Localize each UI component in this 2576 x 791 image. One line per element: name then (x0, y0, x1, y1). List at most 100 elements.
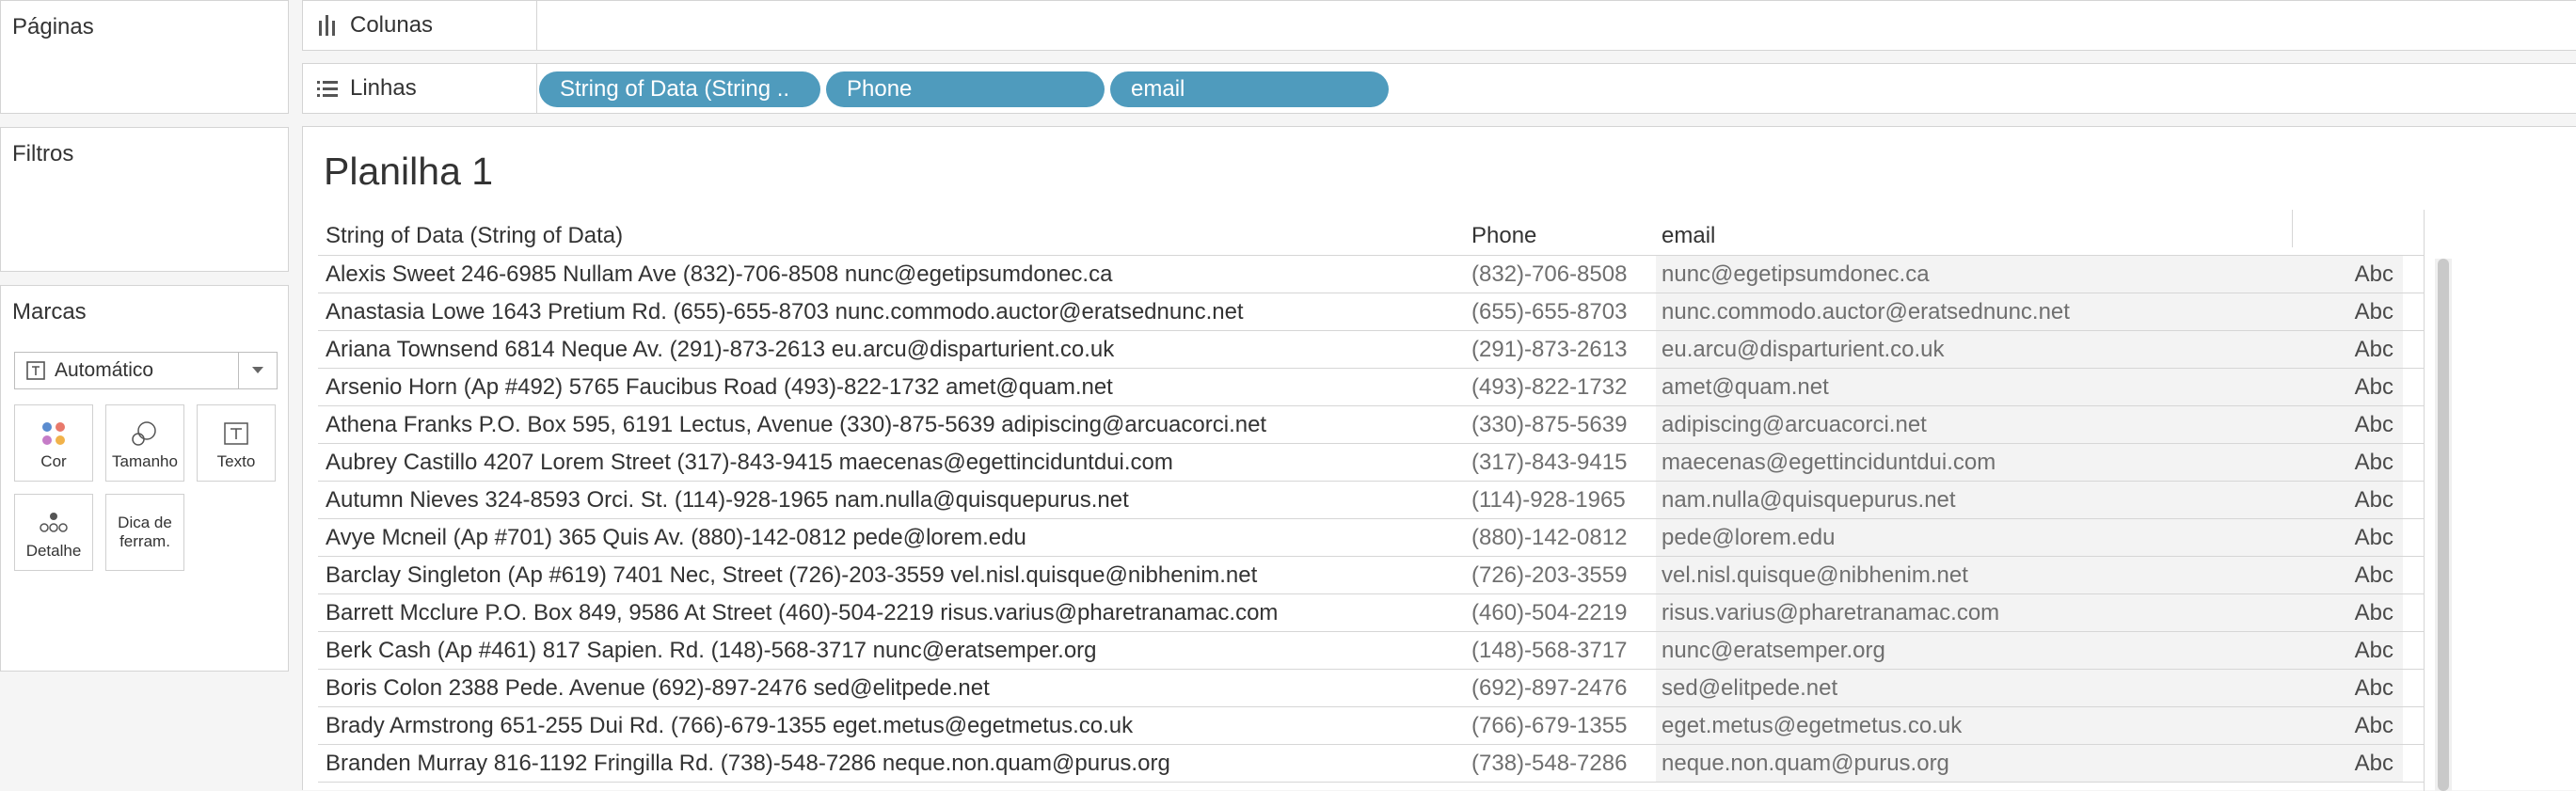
scrollbar-thumb[interactable] (2438, 259, 2449, 791)
cell-email[interactable]: nunc@egetipsumdonec.ca (1656, 256, 2292, 293)
cell-phone[interactable]: (330)-875-5639 (1468, 406, 1656, 444)
cell-email[interactable]: maecenas@egettinciduntdui.com (1656, 444, 2292, 482)
tooltip-label-line1: Dica de (118, 514, 172, 531)
cell-string-of-data[interactable]: Autumn Nieves 324-8593 Orci. St. (114)-9… (318, 482, 1468, 519)
rows-pills: String of Data (String .. Phone email (539, 71, 1389, 107)
pages-card[interactable]: Páginas (0, 0, 289, 114)
table-row[interactable]: Alexis Sweet 246-6985 Nullam Ave (832)-7… (318, 256, 2424, 293)
table-row[interactable]: Boris Colon 2388 Pede. Avenue (692)-897-… (318, 670, 2424, 707)
detail-mark-button[interactable]: Detalhe (14, 494, 93, 571)
cell-mark[interactable]: Abc (2292, 369, 2403, 406)
cell-mark[interactable]: Abc (2292, 256, 2403, 293)
cell-phone[interactable]: (726)-203-3559 (1468, 557, 1656, 594)
cell-string-of-data[interactable]: Alexis Sweet 246-6985 Nullam Ave (832)-7… (318, 256, 1468, 293)
cell-email[interactable]: vel.nisl.quisque@nibhenim.net (1656, 557, 2292, 594)
cell-string-of-data[interactable]: Avye Mcneil (Ap #701) 365 Quis Av. (880)… (318, 519, 1468, 557)
table-row[interactable]: Arsenio Horn (Ap #492) 5765 Faucibus Roa… (318, 369, 2424, 406)
tooltip-mark-button[interactable]: Dica de ferram. (105, 494, 184, 571)
header-phone[interactable]: Phone (1471, 223, 1536, 257)
pages-title: Páginas (12, 14, 94, 40)
table-row[interactable]: Avye Mcneil (Ap #701) 365 Quis Av. (880)… (318, 519, 2424, 557)
text-icon (224, 415, 248, 452)
table-row[interactable]: Barrett Mcclure P.O. Box 849, 9586 At St… (318, 594, 2424, 632)
cell-string-of-data[interactable]: Berk Cash (Ap #461) 817 Sapien. Rd. (148… (318, 632, 1468, 670)
text-mark-button[interactable]: Texto (197, 404, 276, 482)
cell-email[interactable]: nunc@eratsemper.org (1656, 632, 2292, 670)
cell-mark[interactable]: Abc (2292, 331, 2403, 369)
cell-string-of-data[interactable]: Barrett Mcclure P.O. Box 849, 9586 At St… (318, 594, 1468, 632)
vertical-scrollbar[interactable] (2435, 259, 2452, 791)
cell-mark[interactable]: Abc (2292, 406, 2403, 444)
cell-mark[interactable]: Abc (2292, 482, 2403, 519)
table-row[interactable]: Brady Armstrong 651-255 Dui Rd. (766)-67… (318, 707, 2424, 745)
cell-phone[interactable]: (317)-843-9415 (1468, 444, 1656, 482)
header-email[interactable]: email (1662, 223, 1715, 257)
cell-string-of-data[interactable]: Anastasia Lowe 1643 Pretium Rd. (655)-65… (318, 293, 1468, 331)
cell-phone[interactable]: (493)-822-1732 (1468, 369, 1656, 406)
cell-email[interactable]: neque.non.quam@purus.org (1656, 745, 2292, 783)
pill-phone[interactable]: Phone (826, 71, 1105, 107)
cell-email[interactable]: sed@elitpede.net (1656, 670, 2292, 707)
cell-string-of-data[interactable]: Branden Murray 816-1192 Fringilla Rd. (7… (318, 745, 1468, 783)
cell-phone[interactable]: (766)-679-1355 (1468, 707, 1656, 745)
table-row[interactable]: Anastasia Lowe 1643 Pretium Rd. (655)-65… (318, 293, 2424, 331)
cell-email[interactable]: eget.metus@egetmetus.co.uk (1656, 707, 2292, 745)
table-row[interactable]: Aubrey Castillo 4207 Lorem Street (317)-… (318, 444, 2424, 482)
cell-phone[interactable]: (291)-873-2613 (1468, 331, 1656, 369)
cell-email[interactable]: amet@quam.net (1656, 369, 2292, 406)
cell-mark[interactable]: Abc (2292, 519, 2403, 557)
mark-type-dropdown[interactable]: Automático (14, 352, 278, 389)
columns-shelf[interactable]: Colunas (302, 0, 2576, 51)
table-row[interactable]: Branden Murray 816-1192 Fringilla Rd. (7… (318, 745, 2424, 783)
cell-email[interactable]: pede@lorem.edu (1656, 519, 2292, 557)
pill-email[interactable]: email (1110, 71, 1389, 107)
table-row[interactable]: Autumn Nieves 324-8593 Orci. St. (114)-9… (318, 482, 2424, 519)
filters-card[interactable]: Filtros (0, 127, 289, 272)
cell-mark[interactable]: Abc (2292, 594, 2403, 632)
cell-mark[interactable]: Abc (2292, 745, 2403, 783)
cell-mark[interactable]: Abc (2292, 707, 2403, 745)
cell-mark[interactable]: Abc (2292, 444, 2403, 482)
rows-shelf[interactable]: Linhas String of Data (String .. Phone e… (302, 63, 2576, 114)
cell-phone[interactable]: (655)-655-8703 (1468, 293, 1656, 331)
cell-string-of-data[interactable]: Barclay Singleton (Ap #619) 7401 Nec, St… (318, 557, 1468, 594)
cell-string-of-data[interactable]: Arsenio Horn (Ap #492) 5765 Faucibus Roa… (318, 369, 1468, 406)
pill-string-of-data[interactable]: String of Data (String .. (539, 71, 820, 107)
cell-email[interactable]: adipiscing@arcuacorci.net (1656, 406, 2292, 444)
cell-string-of-data[interactable]: Ariana Townsend 6814 Neque Av. (291)-873… (318, 331, 1468, 369)
cell-phone[interactable]: (148)-568-3717 (1468, 632, 1656, 670)
cell-mark[interactable]: Abc (2292, 632, 2403, 670)
cell-phone[interactable]: (880)-142-0812 (1468, 519, 1656, 557)
cell-mark[interactable]: Abc (2292, 293, 2403, 331)
table-row[interactable]: Barclay Singleton (Ap #619) 7401 Nec, St… (318, 557, 2424, 594)
cell-phone[interactable]: (114)-928-1965 (1468, 482, 1656, 519)
cell-email[interactable]: nam.nulla@quisquepurus.net (1656, 482, 2292, 519)
cell-string-of-data[interactable]: Athena Franks P.O. Box 595, 6191 Lectus,… (318, 406, 1468, 444)
cell-string-of-data[interactable]: Aubrey Castillo 4207 Lorem Street (317)-… (318, 444, 1468, 482)
color-mark-button[interactable]: Cor (14, 404, 93, 482)
cell-phone[interactable]: (832)-706-8508 (1468, 256, 1656, 293)
columns-label: Colunas (350, 12, 434, 38)
cell-phone[interactable]: (692)-897-2476 (1468, 670, 1656, 707)
cell-mark[interactable]: Abc (2292, 670, 2403, 707)
cell-email[interactable]: eu.arcu@disparturient.co.uk (1656, 331, 2292, 369)
cell-phone[interactable]: (460)-504-2219 (1468, 594, 1656, 632)
size-mark-button[interactable]: Tamanho (105, 404, 184, 482)
mark-type-label: Automático (55, 359, 154, 381)
cell-mark[interactable]: Abc (2292, 557, 2403, 594)
color-label: Cor (40, 452, 67, 470)
table-row[interactable]: Ariana Townsend 6814 Neque Av. (291)-873… (318, 331, 2424, 369)
table-row[interactable]: Berk Cash (Ap #461) 817 Sapien. Rd. (148… (318, 632, 2424, 670)
header-string-of-data[interactable]: String of Data (String of Data) (326, 223, 623, 257)
cell-string-of-data[interactable]: Brady Armstrong 651-255 Dui Rd. (766)-67… (318, 707, 1468, 745)
chevron-down-icon[interactable] (238, 353, 277, 388)
cell-email[interactable]: risus.varius@pharetranamac.com (1656, 594, 2292, 632)
rows-label: Linhas (350, 75, 417, 101)
cell-string-of-data[interactable]: Boris Colon 2388 Pede. Avenue (692)-897-… (318, 670, 1468, 707)
table-row[interactable]: Athena Franks P.O. Box 595, 6191 Lectus,… (318, 406, 2424, 444)
cell-phone[interactable]: (738)-548-7286 (1468, 745, 1656, 783)
cell-email[interactable]: nunc.commodo.auctor@eratsednunc.net (1656, 293, 2292, 331)
filters-title: Filtros (12, 141, 74, 166)
detail-label: Detalhe (25, 542, 82, 560)
columns-shelf-label: Colunas (303, 1, 537, 50)
